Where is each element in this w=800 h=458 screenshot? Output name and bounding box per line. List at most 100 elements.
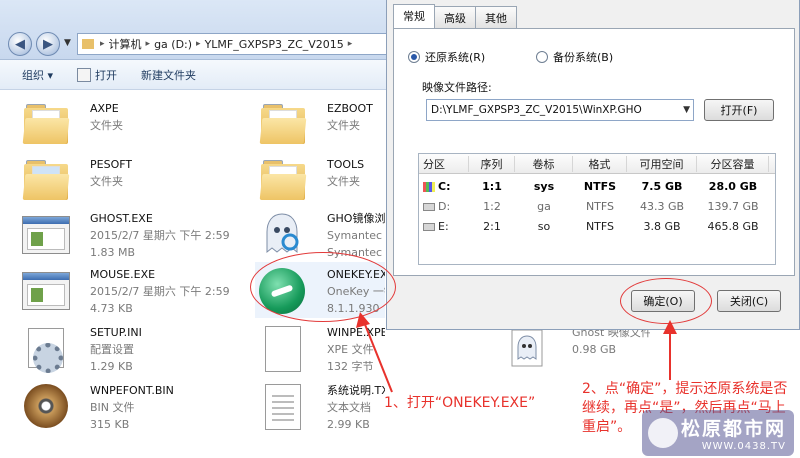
breadcrumb-folder[interactable]: YLMF_GXPSP3_ZC_V2015 xyxy=(205,38,344,51)
file-size: 4.73 KB xyxy=(90,302,133,315)
column-header[interactable]: 可用空间 xyxy=(627,155,697,172)
file-type: 文件夹 xyxy=(327,119,360,132)
organize-label: 组织 ▾ xyxy=(22,68,54,82)
file-name: MOUSE.EXE xyxy=(90,268,156,281)
new-folder-button[interactable]: 新建文件夹 xyxy=(129,67,208,83)
file-size: 132 字节 xyxy=(327,360,374,373)
file-item-winpe-xpe[interactable]: WINPE.XPE XPE 文件 132 字节 xyxy=(255,320,385,376)
file-item-pesoft[interactable]: PESOFT 文件夹 xyxy=(18,152,238,208)
capacity-cell: 139.7 GB xyxy=(707,199,759,213)
breadcrumb-computer[interactable]: 计算机 xyxy=(109,36,142,52)
file-size: 2.99 KB xyxy=(327,418,370,431)
breadcrumb-separator: ▸ xyxy=(100,39,105,49)
file-type: 文件夹 xyxy=(90,119,123,132)
backup-radio[interactable]: 备份系统(B) xyxy=(536,49,613,65)
back-button[interactable]: ◀ xyxy=(8,32,32,56)
file-name: PESOFT xyxy=(90,158,133,171)
file-item-ezboot[interactable]: EZBOOT 文件夹 xyxy=(255,96,385,152)
table-row[interactable]: E: 2:1 so NTFS 3.8 GB 465.8 GB xyxy=(419,216,775,236)
file-item-mouse-exe[interactable]: MOUSE.EXE 2015/2/7 星期六 下午 2:59 4.73 KB xyxy=(18,262,238,318)
open-button[interactable]: 打开 xyxy=(65,67,129,83)
partition-cell: E: xyxy=(438,219,449,233)
document-icon xyxy=(255,320,311,376)
image-path-combo[interactable]: D:\YLMF_GXPSP3_ZC_V2015\WinXP.GHO ▼ xyxy=(426,99,694,121)
table-row[interactable]: D: 1:2 ga NTFS 43.3 GB 139.7 GB xyxy=(419,196,775,216)
file-item-setup-ini[interactable]: SETUP.INI 配置设置 1.29 KB xyxy=(18,320,238,376)
label-cell: sys xyxy=(533,179,555,193)
table-header: 分区 序列 卷标 格式 可用空间 分区容量 xyxy=(419,154,775,174)
general-panel: 还原系统(R) 备份系统(B) 映像文件路径: D:\YLMF_GXPSP3_Z… xyxy=(393,28,795,276)
column-header[interactable]: 分区容量 xyxy=(697,155,769,172)
breadcrumb-separator: ▸ xyxy=(196,39,201,49)
file-size: 315 KB xyxy=(90,418,130,431)
forward-button[interactable]: ▶ xyxy=(36,32,60,56)
column-header[interactable]: 格式 xyxy=(573,155,627,172)
column-header[interactable]: 序列 xyxy=(469,155,515,172)
file-name: EZBOOT xyxy=(327,102,373,115)
folder-icon xyxy=(82,39,94,49)
image-path-label: 映像文件路径: xyxy=(422,81,492,94)
breadcrumb-drive[interactable]: ga (D:) xyxy=(154,38,192,51)
radio-unselected-icon xyxy=(536,51,548,63)
sequence-cell: 1:2 xyxy=(483,199,501,213)
open-label: 打开 xyxy=(95,68,118,82)
file-size: 1.83 MB xyxy=(90,246,136,259)
folder-icon xyxy=(255,152,311,208)
file-name: WNPEFONT.BIN xyxy=(90,384,174,397)
format-cell: NTFS xyxy=(585,199,615,213)
format-cell: NTFS xyxy=(583,179,617,193)
breadcrumb-separator: ▸ xyxy=(145,39,151,49)
file-name: WINPE.XPE xyxy=(327,326,385,339)
file-item-axpe[interactable]: AXPE 文件夹 xyxy=(18,96,238,152)
file-item-tools[interactable]: TOOLS 文件夹 xyxy=(255,152,385,208)
file-name: AXPE xyxy=(90,102,119,115)
file-name: GHOST.EXE xyxy=(90,212,153,225)
annotation-step2-line3: 重启”。 xyxy=(582,419,632,435)
exe-icon xyxy=(18,262,74,318)
file-date: 2015/2/7 星期六 下午 2:59 xyxy=(90,285,230,298)
file-name: GHO镜像浏览器 xyxy=(327,212,385,225)
windows-drive-icon xyxy=(423,181,435,192)
file-size: 1.29 KB xyxy=(90,360,133,373)
settings-file-icon xyxy=(18,320,74,376)
new-folder-label: 新建文件夹 xyxy=(141,68,197,82)
folder-icon xyxy=(18,96,74,152)
open-file-button[interactable]: 打开(F) xyxy=(704,99,774,121)
address-box[interactable]: ▸ 计算机 ▸ ga (D:) ▸ YLMF_GXPSP3_ZC_V2015 ▸ xyxy=(77,33,397,55)
free-space-cell: 3.8 GB xyxy=(643,219,681,233)
tab-advanced[interactable]: 高级 xyxy=(434,6,476,28)
tab-general[interactable]: 常规 xyxy=(393,4,435,28)
chevron-down-icon[interactable]: ▼ xyxy=(683,105,690,115)
folder-icon xyxy=(255,96,311,152)
image-path-value: D:\YLMF_GXPSP3_ZC_V2015\WinXP.GHO xyxy=(431,104,642,116)
table-row[interactable]: C: 1:1 sys NTFS 7.5 GB 28.0 GB xyxy=(419,176,775,196)
tab-other[interactable]: 其他 xyxy=(475,6,517,28)
exe-icon xyxy=(18,206,74,262)
capacity-cell: 465.8 GB xyxy=(707,219,759,233)
disc-icon xyxy=(18,378,74,434)
file-item-readme-txt[interactable]: 系统说明.TXT 文本文档 2.99 KB xyxy=(255,378,385,434)
sequence-cell: 1:1 xyxy=(482,179,502,193)
file-size: 0.98 GB xyxy=(572,343,617,356)
column-header[interactable]: 分区 xyxy=(419,155,469,172)
watermark-url: WWW.0438.TV xyxy=(701,441,786,452)
file-type: 文件夹 xyxy=(90,175,123,188)
column-header[interactable]: 卷标 xyxy=(515,155,573,172)
file-type: 配置设置 xyxy=(90,343,134,356)
file-type: BIN 文件 xyxy=(90,401,135,414)
file-item-wnpefont-bin[interactable]: WNPEFONT.BIN BIN 文件 315 KB xyxy=(18,378,238,434)
annotation-step1: 1、打开“ONEKEY.EXE” xyxy=(384,395,536,411)
partition-table: 分区 序列 卷标 格式 可用空间 分区容量 C: 1:1 sys NTFS 7.… xyxy=(418,153,776,265)
site-watermark: 松原都市网 WWW.0438.TV xyxy=(642,410,794,456)
organize-button[interactable]: 组织 ▾ xyxy=(0,67,65,83)
drive-icon xyxy=(423,222,435,231)
history-dropdown-icon[interactable]: ▼ xyxy=(64,38,71,48)
close-button[interactable]: 关闭(C) xyxy=(717,290,781,312)
file-type: 文本文档 xyxy=(327,401,371,414)
text-file-icon xyxy=(255,378,311,434)
capacity-cell: 28.0 GB xyxy=(708,179,758,193)
highlight-circle-onekey xyxy=(250,252,396,322)
file-type: 文件夹 xyxy=(327,175,360,188)
restore-radio[interactable]: 还原系统(R) xyxy=(408,49,485,65)
file-item-ghost-exe[interactable]: GHOST.EXE 2015/2/7 星期六 下午 2:59 1.83 MB xyxy=(18,206,238,262)
